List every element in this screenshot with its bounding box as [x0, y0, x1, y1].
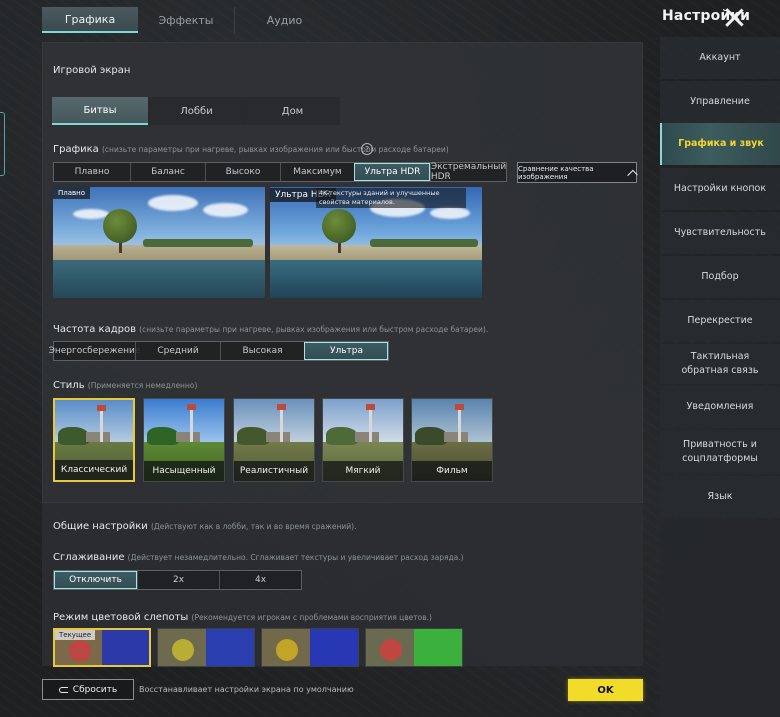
tab-graphics[interactable]: Графика — [42, 7, 138, 33]
general-settings-label: Общие настройки (Действуют как в лобби, … — [53, 521, 356, 532]
help-icon[interactable]: ? — [361, 143, 373, 155]
sidebar-item-language[interactable]: Язык — [660, 476, 780, 518]
sidebar-item-matchmaking[interactable]: Подбор — [660, 256, 780, 298]
graphics-label: Графика (снизьте параметры при нагреве, … — [53, 144, 449, 155]
fps-label: Частота кадров (снизьте параметры при на… — [53, 324, 488, 335]
colorblind-label-text: Режим цветовой слепоты — [53, 612, 189, 623]
sidebar-item-crosshair[interactable]: Перекрестие — [660, 300, 780, 342]
sidebar-item-notifications[interactable]: Уведомления — [660, 386, 780, 428]
aa-hint: (Действует незамедлительно. Сглаживает т… — [127, 553, 464, 562]
sidebar-item-button-settings[interactable]: Настройки кнопок — [660, 168, 780, 210]
graphics-hint: (снизьте параметры при нагреве, рывках и… — [101, 145, 449, 154]
general-hint: (Действуют как в лобби, так и во время с… — [150, 522, 357, 531]
style-card-realistic[interactable]: Реалистичный — [233, 398, 315, 482]
graphics-option-high[interactable]: Высоко — [205, 163, 280, 181]
close-icon[interactable] — [724, 7, 744, 27]
tab-audio[interactable]: Аудио — [234, 7, 334, 33]
aa-option-off[interactable]: Отключить — [54, 571, 137, 589]
current-tag: Текущее — [55, 630, 96, 640]
style-label: Стиль (Применяется немедленно) — [53, 380, 197, 391]
sidebar-item-account[interactable]: Аккаунт — [660, 37, 780, 79]
reset-label: Сбросить — [72, 684, 118, 695]
mode-tabs: Битвы Лобби Дом — [52, 97, 340, 125]
colorblind-card-deuteranopia[interactable] — [261, 628, 359, 667]
tab-home[interactable]: Дом — [244, 97, 340, 125]
chevron-up-icon — [627, 169, 638, 180]
graphics-option-smooth[interactable]: Плавно — [54, 163, 130, 181]
tab-effects[interactable]: Эффекты — [138, 7, 234, 33]
preview-label-smooth: Плавно — [53, 187, 91, 199]
fps-option-medium[interactable]: Средний — [135, 342, 220, 360]
fps-label-text: Частота кадров — [53, 324, 136, 335]
style-label-text: Стиль — [53, 380, 85, 391]
top-tab-bar: Графика Эффекты Аудио — [42, 7, 334, 33]
edge-accent — [0, 112, 5, 176]
fps-option-ultra[interactable]: Ультра — [304, 342, 388, 360]
fps-option-power-save[interactable]: Энергосбережение — [49, 342, 140, 360]
reset-button[interactable]: Сбросить — [42, 679, 134, 700]
graphics-option-max[interactable]: Максимум — [280, 163, 354, 181]
fps-selector: Энергосбережение Средний Высокая Ультра — [49, 341, 389, 361]
compare-quality-label: Сравнение качества изображения — [518, 164, 594, 181]
aa-selector: Отключить 2x 4x — [53, 570, 302, 590]
graphics-option-balanced[interactable]: Баланс — [130, 163, 205, 181]
aa-option-2x[interactable]: 2x — [137, 571, 219, 589]
sidebar-item-privacy[interactable]: Приватность и соцплатформы — [660, 430, 780, 474]
fps-hint: (снизьте параметры при нагреве, рывках и… — [139, 325, 489, 334]
style-label-realistic: Реалистичный — [234, 461, 314, 481]
style-label-classic: Классический — [55, 460, 133, 480]
style-card-film[interactable]: Фильм — [411, 398, 493, 482]
general-label-text: Общие настройки — [53, 521, 148, 532]
sidebar-item-haptics[interactable]: Тактильная обратная связь — [660, 344, 780, 384]
tab-battles[interactable]: Битвы — [52, 97, 148, 125]
section-title-screen: Игровой экран — [53, 65, 131, 76]
style-hint: (Применяется немедленно) — [87, 381, 198, 390]
style-label-film: Фильм — [412, 461, 492, 481]
colorblind-card-tritanopia[interactable] — [365, 628, 463, 667]
sidebar-item-graphics-audio[interactable]: Графика и звук — [660, 123, 780, 165]
style-card-soft[interactable]: Мягкий — [322, 398, 404, 482]
sidebar-item-controls[interactable]: Управление — [660, 81, 780, 123]
sidebar-item-sensitivity[interactable]: Чувствительность — [660, 212, 780, 254]
aa-label: Сглаживание (Действует незамедлительно. … — [53, 552, 464, 563]
aa-option-4x[interactable]: 4x — [219, 571, 301, 589]
graphics-option-extreme-hdr[interactable]: Экстремальный HDR — [430, 162, 506, 182]
undo-icon — [58, 686, 68, 693]
graphics-label-text: Графика — [53, 144, 99, 155]
colorblind-hint: (Рекомендуется игрокам с проблемами восп… — [191, 613, 432, 622]
settings-sidebar: Аккаунт Управление Графика и звук Настро… — [660, 36, 780, 717]
tab-lobby[interactable]: Лобби — [148, 97, 244, 125]
style-card-saturated[interactable]: Насыщенный — [143, 398, 225, 482]
graphics-option-ultra-hdr[interactable]: Ультра HDR — [354, 163, 430, 181]
compare-quality-button[interactable]: Сравнение качества изображения — [517, 162, 638, 183]
preview-description: 4K-текстуры зданий и улучшенные свойства… — [316, 188, 466, 208]
colorblind-label: Режим цветовой слепоты (Рекомендуется иг… — [53, 612, 432, 623]
graphics-quality-selector: Плавно Баланс Высоко Максимум Ультра HDR… — [53, 162, 507, 182]
fps-option-high[interactable]: Высокая — [220, 342, 304, 360]
reset-description: Восстанавливает настройки экрана по умол… — [139, 685, 354, 694]
style-label-soft: Мягкий — [323, 461, 403, 481]
colorblind-card-default[interactable]: Текущее — [53, 628, 151, 667]
ok-button[interactable]: OK — [568, 679, 643, 701]
aa-label-text: Сглаживание — [53, 552, 125, 563]
style-card-classic[interactable]: Классический — [53, 398, 135, 482]
preview-image-smooth: Плавно — [53, 187, 265, 298]
sidebar-filler — [660, 520, 780, 717]
colorblind-card-protanopia[interactable] — [157, 628, 255, 667]
style-label-saturated: Насыщенный — [144, 461, 224, 481]
